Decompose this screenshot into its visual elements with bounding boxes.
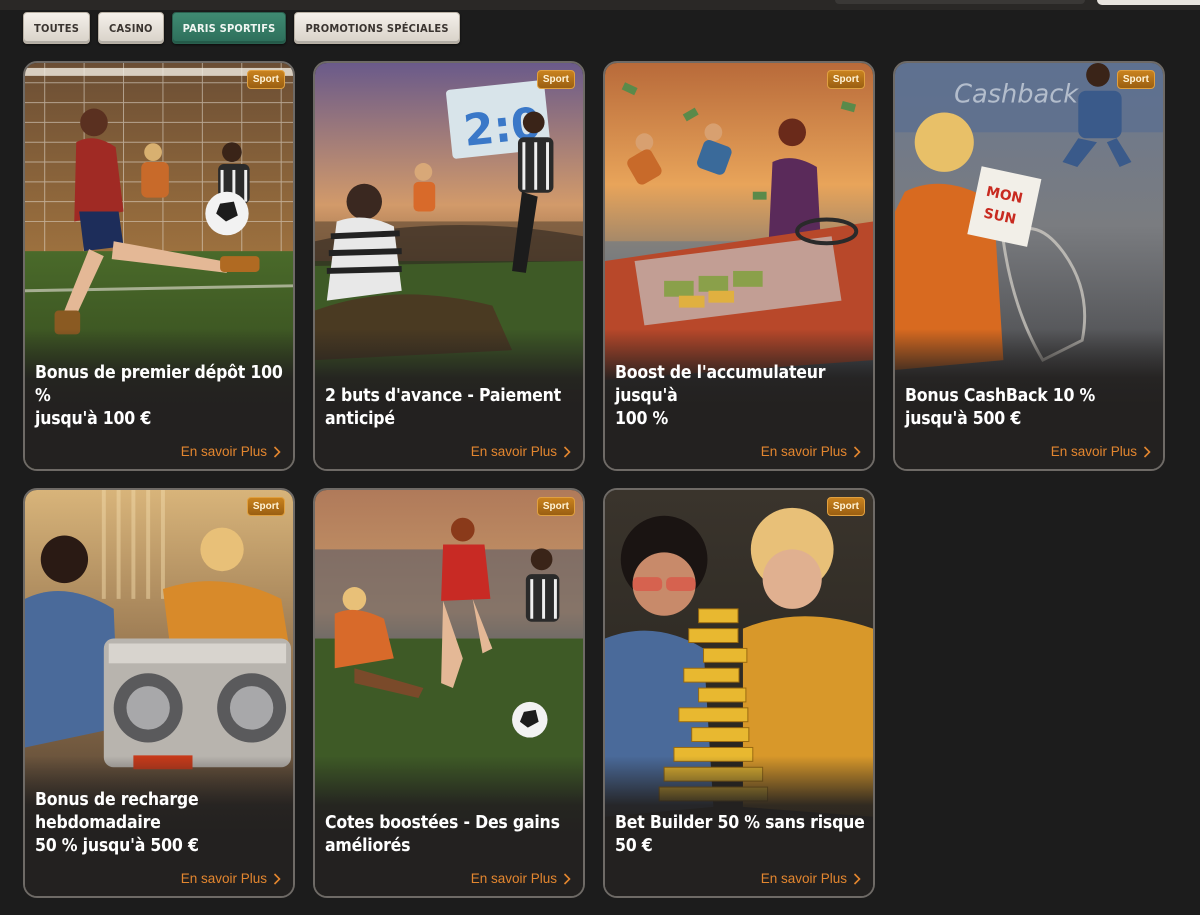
filter-promotions-speciales[interactable]: PROMOTIONS SPÉCIALES [294, 12, 460, 44]
learn-more-link[interactable]: En savoir Plus [471, 871, 571, 886]
promo-title-line-2: Bonus CashBack 10 % jusqu'à 500 € [905, 386, 1096, 429]
category-filters: TOUTES CASINO PARIS SPORTIFS PROMOTIONS … [23, 12, 460, 44]
learn-more-link[interactable]: En savoir Plus [761, 871, 861, 886]
promo-title-line-2: 50 % jusqu'à 500 € [35, 836, 199, 856]
promo-card-accumulator-boost[interactable]: Sport Boost de l'accumulateur jusqu'à 10… [603, 61, 875, 471]
sport-badge: Sport [536, 497, 575, 516]
promo-title: Boost de l'accumulateur jusqu'à 100 % [615, 362, 865, 431]
promo-title: Bonus CashBack 10 % jusqu'à 500 € [905, 385, 1155, 431]
promo-title-line-1: Boost de l'accumulateur jusqu'à [615, 363, 826, 406]
chevron-right-icon [853, 445, 861, 458]
chevron-right-icon [273, 872, 281, 885]
chevron-right-icon [563, 872, 571, 885]
input-field-remnant[interactable] [1097, 0, 1200, 5]
sport-badge: Sport [536, 70, 575, 89]
promo-title: 2 buts d'avance - Paiement anticipé [325, 385, 575, 431]
learn-more-label: En savoir Plus [760, 871, 847, 886]
learn-more-label: En savoir Plus [470, 871, 557, 886]
promo-title-line-1: Cotes boostées - Des gains [325, 813, 560, 833]
promo-title-line-2: 2 buts d'avance - Paiement anticipé [325, 386, 561, 429]
promo-title-line-2: Bet Builder 50 % sans risque 50 € [615, 813, 865, 856]
promo-card-weekly-reload[interactable]: Sport Bonus de recharge hebdomadaire 50 … [23, 488, 295, 898]
filter-paris-sportifs[interactable]: PARIS SPORTIFS [171, 12, 287, 44]
learn-more-link[interactable]: En savoir Plus [181, 444, 281, 459]
learn-more-label: En savoir Plus [1050, 444, 1137, 459]
chevron-right-icon [563, 445, 571, 458]
promo-card-bet-builder[interactable]: Sport Bet Builder 50 % sans risque 50 € … [603, 488, 875, 898]
sport-badge: Sport [246, 497, 285, 516]
promo-card-boosted-odds[interactable]: Sport Cotes boostées - Des gains amélior… [313, 488, 585, 898]
learn-more-label: En savoir Plus [760, 444, 847, 459]
top-bar-remnant [0, 0, 1200, 10]
sport-badge: Sport [246, 70, 285, 89]
chevron-right-icon [273, 445, 281, 458]
learn-more-label: En savoir Plus [180, 871, 267, 886]
learn-more-link[interactable]: En savoir Plus [761, 444, 861, 459]
promo-card-two-goals-ahead[interactable]: 2:0 Sport 2 buts d'avance - Paiement ant… [313, 61, 585, 471]
wall-graffiti-text: Cashback [954, 80, 1079, 110]
search-field-remnant[interactable] [835, 0, 1085, 4]
learn-more-link[interactable]: En savoir Plus [181, 871, 281, 886]
promo-card-cashback[interactable]: Cashback MON SUN Sport Bonus CashBack 10… [893, 61, 1165, 471]
learn-more-link[interactable]: En savoir Plus [1051, 444, 1151, 459]
sport-badge: Sport [826, 70, 865, 89]
promo-title: Bet Builder 50 % sans risque 50 € [615, 812, 865, 858]
sport-badge: Sport [1116, 70, 1155, 89]
promo-title-line-2: jusqu'à 100 € [35, 409, 152, 429]
promo-title-line-2: améliorés [325, 836, 411, 856]
chevron-right-icon [853, 872, 861, 885]
learn-more-label: En savoir Plus [180, 444, 267, 459]
chevron-right-icon [1143, 445, 1151, 458]
learn-more-label: En savoir Plus [470, 444, 557, 459]
promo-title-line-2: 100 % [615, 409, 669, 429]
promo-title: Cotes boostées - Des gains améliorés [325, 812, 575, 858]
promo-title: Bonus de recharge hebdomadaire 50 % jusq… [35, 789, 285, 858]
promo-title-line-1: Bonus de premier dépôt 100 % [35, 363, 283, 406]
promo-title: Bonus de premier dépôt 100 % jusqu'à 100… [35, 362, 285, 431]
sport-badge: Sport [826, 497, 865, 516]
promo-title-line-1: Bonus de recharge hebdomadaire [35, 790, 199, 833]
promo-card-first-deposit[interactable]: Sport Bonus de premier dépôt 100 % jusqu… [23, 61, 295, 471]
filter-toutes[interactable]: TOUTES [23, 12, 91, 44]
filter-casino[interactable]: CASINO [98, 12, 164, 44]
learn-more-link[interactable]: En savoir Plus [471, 444, 571, 459]
